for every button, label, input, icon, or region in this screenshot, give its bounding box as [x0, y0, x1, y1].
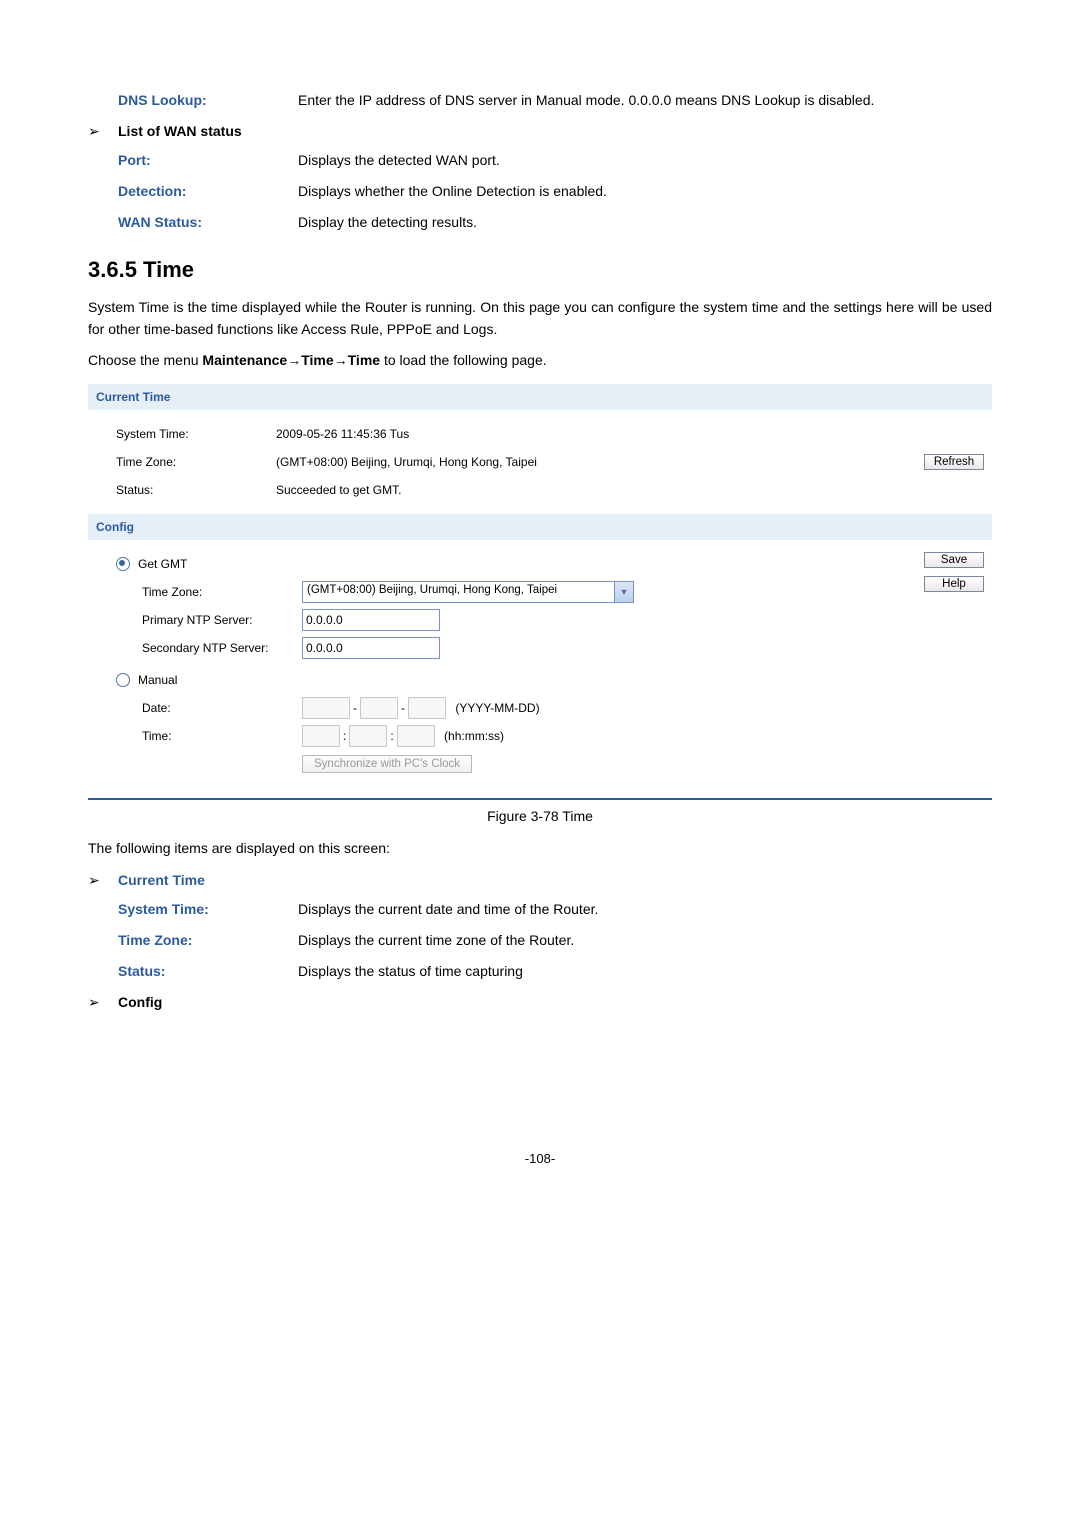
- separator: :: [340, 729, 349, 743]
- system-time-label: System Time:: [116, 427, 276, 441]
- secondary-ntp-input[interactable]: [302, 637, 440, 659]
- bullet-list-wan-status: ➢ List of WAN status: [88, 123, 992, 140]
- primary-ntp-label: Primary NTP Server:: [142, 613, 302, 627]
- definition-row: Status: Displays the status of time capt…: [88, 961, 992, 982]
- refresh-button[interactable]: Refresh: [924, 454, 984, 470]
- panel-body-config: Get GMT Time Zone: (GMT+08:00) Beijing, …: [88, 540, 992, 788]
- panel-header-current-time: Current Time: [88, 384, 992, 410]
- secondary-ntp-label: Secondary NTP Server:: [142, 641, 302, 655]
- time-zone-def-desc: Displays the current time zone of the Ro…: [298, 930, 992, 951]
- system-time-def-label: System Time:: [118, 899, 298, 920]
- wan-status-label: WAN Status:: [118, 212, 298, 233]
- bullet-config: ➢ Config: [88, 994, 992, 1011]
- sync-pc-clock-button[interactable]: Synchronize with PC's Clock: [302, 755, 472, 773]
- separator: :: [387, 729, 396, 743]
- time-zone-value: (GMT+08:00) Beijing, Urumqi, Hong Kong, …: [276, 455, 912, 469]
- definition-row: System Time: Displays the current date a…: [88, 899, 992, 920]
- bullet-text: List of WAN status: [118, 123, 242, 139]
- status-def-label: Status:: [118, 961, 298, 982]
- time-intro-paragraph: System Time is the time displayed while …: [88, 297, 992, 340]
- menu-path-suffix: to load the following page.: [380, 352, 547, 368]
- panel-body-current-time: System Time: 2009-05-26 11:45:36 Tus Tim…: [88, 410, 992, 514]
- status-value: Succeeded to get GMT.: [276, 483, 912, 497]
- time-format-hint: (hh:mm:ss): [438, 729, 504, 743]
- wan-status-description: Display the detecting results.: [298, 212, 992, 233]
- figure-caption: Figure 3-78 Time: [88, 808, 992, 824]
- bullet-text: Config: [118, 994, 162, 1010]
- definition-row: WAN Status: Display the detecting result…: [88, 212, 992, 233]
- bullet-arrow-icon: ➢: [88, 123, 118, 140]
- page-number: -108-: [88, 1151, 992, 1166]
- status-label: Status:: [116, 483, 276, 497]
- time-zone-label: Time Zone:: [116, 455, 276, 469]
- separator: -: [350, 701, 360, 715]
- definition-row: Port: Displays the detected WAN port.: [88, 150, 992, 171]
- menu-path-prefix: Choose the menu: [88, 352, 202, 368]
- bullet-text: Current Time: [118, 872, 205, 888]
- radio-manual-label: Manual: [138, 673, 177, 687]
- get-gmt-radio-row[interactable]: Get GMT: [116, 550, 912, 578]
- save-button[interactable]: Save: [924, 552, 984, 568]
- status-def-desc: Displays the status of time capturing: [298, 961, 992, 982]
- time-hour-input[interactable]: [302, 725, 340, 747]
- date-label: Date:: [142, 701, 302, 715]
- dns-lookup-label: DNS Lookup:: [118, 90, 298, 111]
- time-zone-def-label: Time Zone:: [118, 930, 298, 951]
- date-day-input[interactable]: [408, 697, 446, 719]
- date-year-input[interactable]: [302, 697, 350, 719]
- panel-header-config: Config: [88, 514, 992, 540]
- section-heading-time: 3.6.5 Time: [88, 257, 992, 283]
- radio-manual[interactable]: [116, 673, 130, 687]
- date-month-input[interactable]: [360, 697, 398, 719]
- items-intro: The following items are displayed on thi…: [88, 838, 992, 860]
- manual-radio-row[interactable]: Manual: [116, 666, 912, 694]
- separator: -: [398, 701, 408, 715]
- time-settings-figure: Current Time System Time: 2009-05-26 11:…: [88, 384, 992, 800]
- time-minute-input[interactable]: [349, 725, 387, 747]
- detection-label: Detection:: [118, 181, 298, 202]
- bullet-arrow-icon: ➢: [88, 994, 118, 1011]
- help-button[interactable]: Help: [924, 576, 984, 592]
- port-label: Port:: [118, 150, 298, 171]
- radio-get-gmt-label: Get GMT: [138, 557, 187, 571]
- timezone-select[interactable]: (GMT+08:00) Beijing, Urumqi, Hong Kong, …: [302, 581, 634, 603]
- menu-path-paragraph: Choose the menu Maintenance→Time→Time to…: [88, 350, 992, 372]
- time-label: Time:: [142, 729, 302, 743]
- definition-row: Time Zone: Displays the current time zon…: [88, 930, 992, 951]
- definition-row: DNS Lookup: Enter the IP address of DNS …: [88, 90, 992, 111]
- date-format-hint: (YYYY-MM-DD): [449, 701, 539, 715]
- dns-lookup-description: Enter the IP address of DNS server in Ma…: [298, 90, 992, 111]
- bullet-current-time: ➢ Current Time: [88, 872, 992, 889]
- radio-get-gmt[interactable]: [116, 557, 130, 571]
- system-time-value: 2009-05-26 11:45:36 Tus: [276, 427, 912, 441]
- primary-ntp-input[interactable]: [302, 609, 440, 631]
- config-timezone-label: Time Zone:: [142, 585, 302, 599]
- bullet-arrow-icon: ➢: [88, 872, 118, 889]
- menu-path: Maintenance→Time→Time: [202, 352, 380, 368]
- timezone-select-value: (GMT+08:00) Beijing, Urumqi, Hong Kong, …: [303, 582, 614, 602]
- time-second-input[interactable]: [397, 725, 435, 747]
- port-description: Displays the detected WAN port.: [298, 150, 992, 171]
- chevron-down-icon: ▾: [614, 582, 633, 602]
- definition-row: Detection: Displays whether the Online D…: [88, 181, 992, 202]
- page-content: DNS Lookup: Enter the IP address of DNS …: [0, 0, 1080, 1226]
- detection-description: Displays whether the Online Detection is…: [298, 181, 992, 202]
- system-time-def-desc: Displays the current date and time of th…: [298, 899, 992, 920]
